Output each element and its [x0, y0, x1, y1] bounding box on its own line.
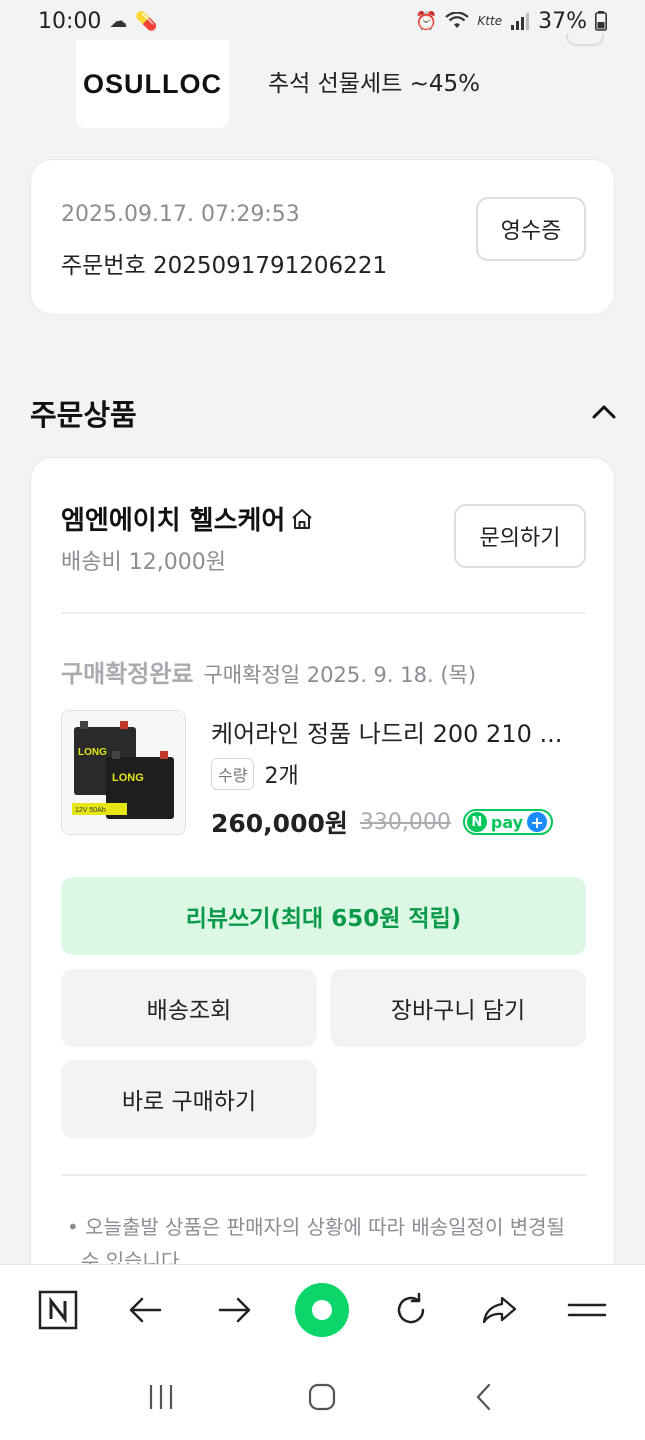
arrow-left-icon	[129, 1297, 162, 1322]
brand-logo: OSULLOC	[76, 40, 229, 128]
plus-icon: +	[527, 812, 548, 832]
store-home-icon	[292, 508, 313, 529]
purchase-status-line: 구매확정완료 구매확정일 2025. 9. 18. (목)	[61, 654, 476, 689]
banner-close-edge[interactable]	[566, 34, 604, 46]
npay-label: pay	[490, 812, 524, 832]
order-number: 주문번호 2025091791206221	[61, 253, 388, 279]
order-datetime: 2025.09.17. 07:29:53	[61, 202, 300, 227]
seller-name: 엠엔에이치 헬스케어	[61, 506, 286, 536]
promo-banner[interactable]: OSULLOC 추석 선물세트 ~45%	[0, 34, 645, 130]
forward-button[interactable]	[204, 1280, 264, 1340]
home-button[interactable]	[292, 1367, 352, 1427]
write-review-button[interactable]: 리뷰쓰기(최대 650원 적립)	[61, 877, 586, 955]
status-right: ⏰ Ktte 37%	[415, 9, 607, 34]
back-button[interactable]	[116, 1280, 176, 1340]
clock: 10:00	[38, 8, 102, 34]
chevron-up-icon[interactable]	[590, 398, 618, 426]
alarm-icon: ⏰	[415, 10, 438, 32]
sale-price: 260,000원	[211, 809, 348, 838]
refresh-button[interactable]	[381, 1280, 441, 1340]
product-thumbnail[interactable]: LONG LONG 12V 50Ah	[61, 710, 186, 835]
signal-icon	[511, 13, 530, 30]
status-left: 10:00 ☁ 💊	[38, 9, 158, 34]
npay-plus-badge: N pay +	[462, 809, 554, 835]
chevron-left-icon	[477, 1383, 491, 1411]
thumb-brand-back: LONG	[78, 747, 107, 758]
share-icon	[482, 1296, 516, 1323]
menu-button[interactable]	[557, 1280, 617, 1340]
recent-apps-button[interactable]	[131, 1367, 191, 1427]
section-title: 주문상품	[30, 398, 137, 432]
naver-n-icon: N	[466, 812, 487, 832]
arrow-right-icon	[219, 1297, 251, 1322]
naver-home-button[interactable]	[28, 1280, 88, 1340]
system-back-button[interactable]	[454, 1367, 514, 1427]
thumb-spec: 12V 50Ah	[75, 807, 106, 814]
share-button[interactable]	[469, 1280, 529, 1340]
thumb-brand-front: LONG	[112, 772, 144, 784]
system-nav-bar	[0, 1354, 645, 1440]
confirm-date: 구매확정일 2025. 9. 18. (목)	[203, 663, 477, 687]
divider	[61, 1174, 586, 1176]
recent-apps-icon	[149, 1385, 172, 1409]
add-to-cart-button[interactable]: 장바구니 담기	[330, 969, 586, 1047]
order-info-card: 2025.09.17. 07:29:53 주문번호 20250917912062…	[30, 159, 615, 315]
battery-icon	[595, 11, 607, 31]
quantity-row: 수량 2개	[211, 758, 299, 790]
pill-icon: 💊	[135, 10, 158, 32]
receipt-button[interactable]: 영수증	[476, 197, 586, 261]
ordered-product-card: 엠엔에이치 헬스케어 배송비 12,000원 문의하기 구매확정완료 구매확정일…	[30, 457, 615, 1287]
wifi-icon	[445, 12, 470, 28]
green-dot-icon	[295, 1282, 350, 1337]
divider	[61, 612, 586, 614]
shipping-fee: 배송비 12,000원	[61, 550, 226, 575]
battery-percent: 37%	[538, 8, 587, 34]
track-delivery-button[interactable]: 배송조회	[61, 969, 317, 1047]
price-row: 260,000원 330,000 N pay +	[211, 804, 554, 840]
network-label: Ktte	[477, 14, 503, 28]
refresh-icon	[397, 1292, 424, 1323]
quantity-value: 2개	[264, 764, 299, 789]
home-square-icon	[309, 1383, 336, 1411]
battery-product-image: LONG LONG 12V 50Ah	[62, 711, 185, 834]
status-bar: 10:00 ☁ 💊 ⏰ Ktte 37%	[0, 0, 645, 42]
buy-now-button[interactable]: 바로 구매하기	[61, 1060, 317, 1138]
inquiry-button[interactable]: 문의하기	[454, 504, 586, 568]
green-dot-button[interactable]	[292, 1280, 352, 1340]
quantity-label: 수량	[211, 758, 255, 790]
naver-n-square-icon	[38, 1290, 78, 1329]
product-name[interactable]: 케어라인 정품 나드리 200 210 ...	[211, 714, 562, 749]
banner-text: 추석 선물세트 ~45%	[268, 71, 480, 97]
browser-toolbar	[0, 1264, 645, 1354]
original-price: 330,000	[359, 809, 451, 835]
menu-icon	[567, 1303, 607, 1316]
cloud-icon: ☁	[109, 10, 128, 32]
purchase-status: 구매확정완료	[61, 660, 194, 688]
seller-name-row[interactable]: 엠엔에이치 헬스케어	[61, 500, 315, 537]
